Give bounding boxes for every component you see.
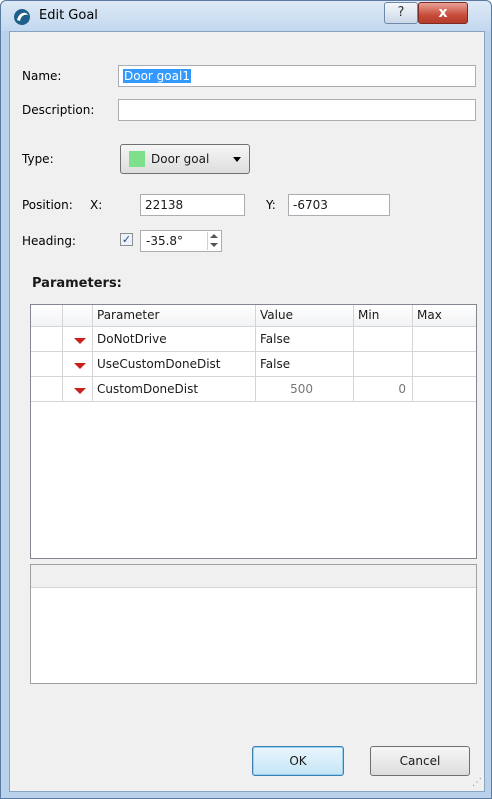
y-input[interactable]: -6703 [288,194,390,216]
param-min [354,352,413,376]
heading-label: Heading: [22,234,76,248]
table-header: Parameter Value Min Max [31,305,476,327]
edit-goal-dialog: Edit Goal ? x Name: Door goal1 Descripti… [0,0,492,799]
spin-down-icon[interactable] [210,243,218,247]
description-panel-header [31,565,476,588]
cancel-button[interactable]: Cancel [370,746,470,776]
heading-spinbox[interactable]: -35.8° [140,230,222,252]
x-input[interactable]: 22138 [140,194,245,216]
param-max [413,327,476,351]
x-label: X: [90,198,103,212]
header-blank-1 [31,305,63,326]
dialog-body: Name: Door goal1 Description: Type: Door… [9,31,485,792]
chevron-down-icon [233,157,241,162]
name-label: Name: [22,69,62,83]
param-name: DoNotDrive [93,327,256,351]
help-button[interactable]: ? [384,2,418,24]
heading-value: -35.8° [146,234,184,248]
parameters-title: Parameters: [32,276,122,291]
row-selector[interactable] [31,352,63,376]
resize-grip-icon[interactable]: ⋰ [472,777,482,788]
type-dropdown[interactable]: Door goal [120,144,250,174]
spin-up-icon[interactable] [210,234,218,238]
header-value[interactable]: Value [256,305,354,326]
title-bar[interactable]: Edit Goal ? x [1,1,491,31]
spin-buttons[interactable] [207,232,221,250]
param-value[interactable]: False [256,327,354,351]
param-name: UseCustomDoneDist [93,352,256,376]
param-max [413,377,476,401]
y-label: Y: [266,198,276,212]
table-row[interactable]: DoNotDrive False [31,327,476,352]
description-input[interactable] [118,99,476,121]
param-min: 0 [354,377,413,401]
header-min[interactable]: Min [354,305,413,326]
row-selector[interactable] [31,327,63,351]
type-label: Type: [22,152,54,166]
header-max[interactable]: Max [413,305,476,326]
parameters-table: Parameter Value Min Max DoNotDrive False… [30,304,477,559]
description-label: Description: [22,103,95,117]
header-blank-2 [63,305,93,326]
row-expander[interactable] [63,377,93,401]
param-min [354,327,413,351]
param-value[interactable]: False [256,352,354,376]
row-expander[interactable] [63,327,93,351]
name-value: Door goal1 [123,69,191,83]
parameter-description-panel [30,564,477,684]
ok-button[interactable]: OK [252,746,344,776]
app-icon [14,9,30,25]
name-input[interactable]: Door goal1 [118,65,476,87]
row-selector[interactable] [31,377,63,401]
param-max [413,352,476,376]
row-expander[interactable] [63,352,93,376]
type-color-swatch [129,151,145,167]
header-parameter[interactable]: Parameter [93,305,256,326]
expand-arrow-icon[interactable] [74,388,86,394]
table-row[interactable]: CustomDoneDist 500 0 [31,377,476,402]
close-button[interactable]: x [418,2,468,24]
expand-arrow-icon[interactable] [74,363,86,369]
heading-checkbox[interactable]: ✓ [120,233,133,246]
window-title: Edit Goal [39,8,98,23]
type-value: Door goal [151,152,210,166]
position-label: Position: [22,198,73,212]
table-row[interactable]: UseCustomDoneDist False [31,352,476,377]
param-value[interactable]: 500 [256,377,354,401]
param-name: CustomDoneDist [93,377,256,401]
expand-arrow-icon[interactable] [74,338,86,344]
